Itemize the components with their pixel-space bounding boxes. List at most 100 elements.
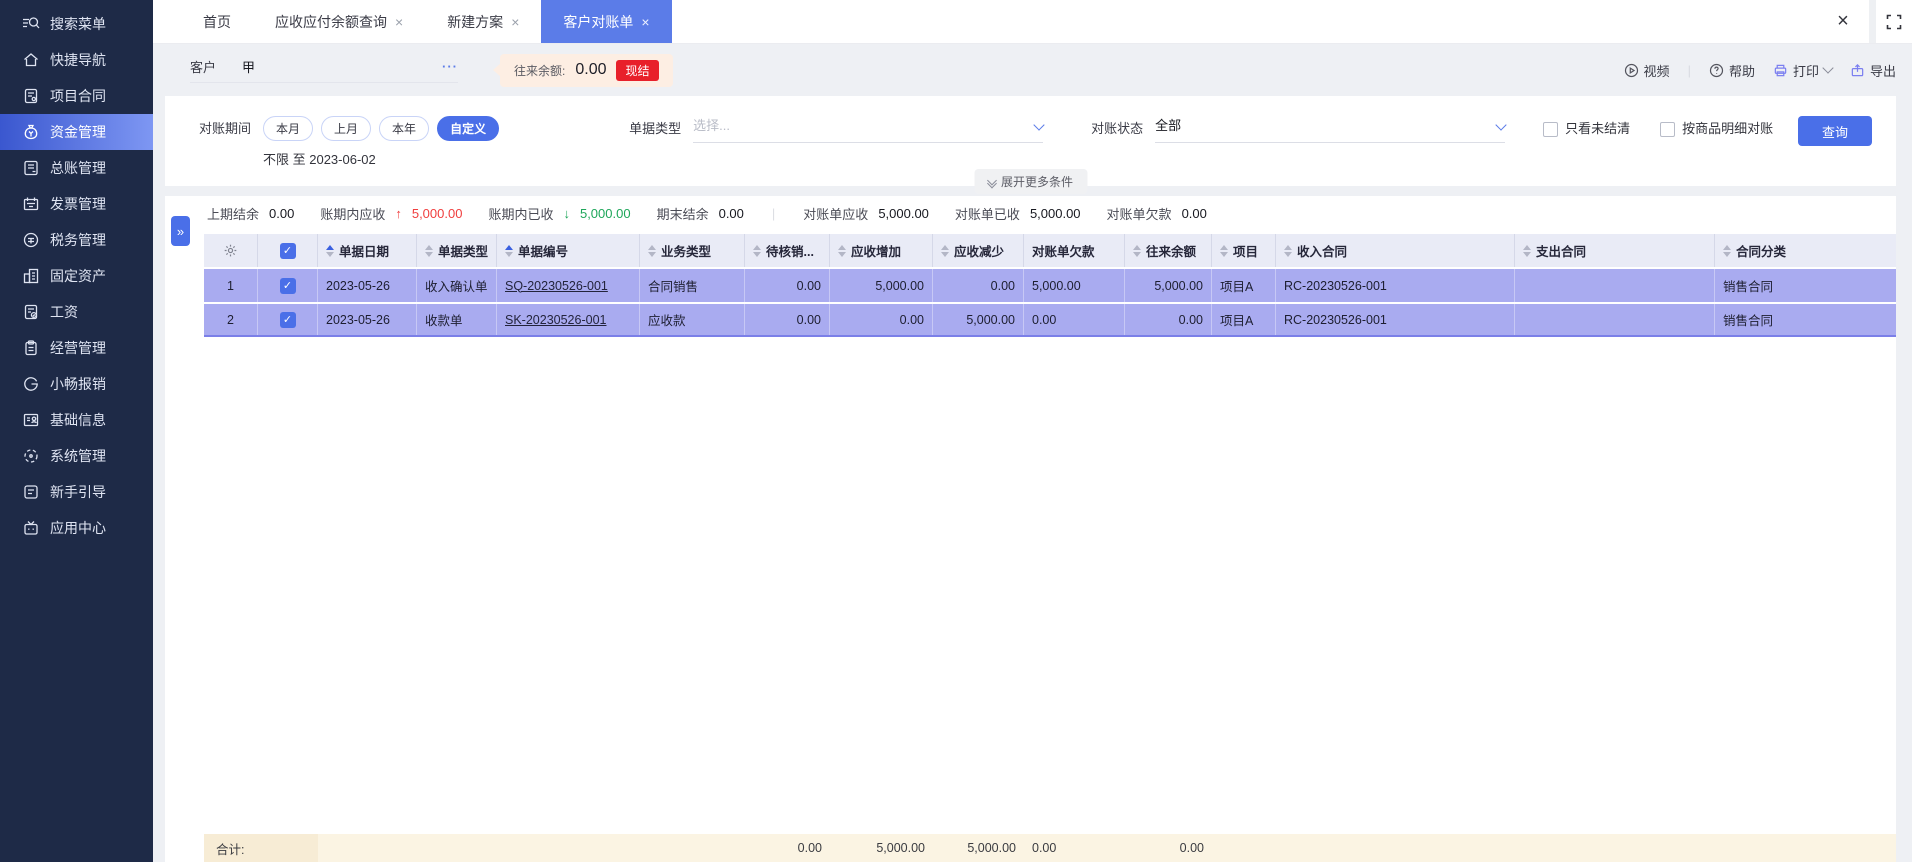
- tab-close-icon[interactable]: ×: [395, 14, 403, 30]
- period-this-month[interactable]: 本月: [263, 116, 314, 141]
- statement-table: ✓ 单据日期 单据类型 单据编号 业务类型 待核销... 应收增加 应收减少 对…: [165, 230, 1896, 862]
- column-header-date[interactable]: 单据日期: [318, 234, 417, 267]
- tab-close-icon[interactable]: ×: [641, 14, 649, 30]
- tab-balance-query[interactable]: 应收应付余额查询 ×: [253, 0, 425, 43]
- sidebar-item-guide[interactable]: 新手引导: [0, 474, 153, 510]
- column-header-doc-no[interactable]: 单据编号: [497, 234, 640, 267]
- fullscreen-button[interactable]: [1876, 0, 1912, 43]
- tab-customer-statement[interactable]: 客户对账单 ×: [541, 0, 672, 43]
- doc-type-select[interactable]: 选择...: [693, 116, 1045, 143]
- doc-no-link[interactable]: SQ-20230526-001: [505, 279, 608, 293]
- sort-icon[interactable]: [1133, 244, 1141, 257]
- checkbox-checked-icon: ✓: [279, 242, 296, 259]
- table-row[interactable]: 2 ✓ 2023-05-26 收款单 SK-20230526-001 应收款 0…: [204, 304, 1896, 337]
- sidebar-item-app-center[interactable]: 应用中心: [0, 510, 153, 546]
- payroll-icon: [24, 304, 38, 320]
- row-index: 1: [204, 269, 258, 302]
- sidebar-item-search-menu[interactable]: 搜索菜单: [0, 6, 153, 42]
- column-header-expense-contract[interactable]: 支出合同: [1515, 234, 1715, 267]
- toolbar: 客户 甲 ··· 往来余额: 0.00 现结 视频 | 帮助 打印 导出: [153, 44, 1912, 96]
- cell-date: 2023-05-26: [318, 304, 417, 335]
- doc-type-label: 单据类型: [629, 121, 682, 136]
- tab-home[interactable]: 首页: [181, 0, 253, 43]
- sidebar-item-funds-management[interactable]: 资金管理: [0, 114, 153, 150]
- sidebar-item-tax-management[interactable]: 税务管理: [0, 222, 153, 258]
- window-close-button[interactable]: ×: [1817, 0, 1869, 43]
- sidebar-item-base-info[interactable]: 基础信息: [0, 402, 153, 438]
- column-header-stmt-due[interactable]: 对账单欠款: [1024, 234, 1125, 267]
- sort-icon[interactable]: [753, 244, 761, 257]
- tab-close-icon[interactable]: ×: [511, 14, 519, 30]
- search-icon: [23, 17, 40, 29]
- expand-more-button[interactable]: 展开更多条件: [973, 169, 1088, 194]
- sort-icon[interactable]: [505, 244, 513, 257]
- row-checkbox[interactable]: ✓: [258, 269, 318, 302]
- summary-end-balance: 期末结余 0.00: [656, 205, 744, 222]
- sort-icon[interactable]: [941, 244, 949, 257]
- sidebar-item-label: 资金管理: [50, 124, 106, 140]
- export-button[interactable]: 导出: [1850, 61, 1896, 80]
- query-button[interactable]: 查询: [1798, 116, 1872, 146]
- column-header-income-contract[interactable]: 收入合同: [1276, 234, 1515, 267]
- customer-picker-ellipsis-icon[interactable]: ···: [442, 59, 458, 74]
- cell-balance: 0.00: [1125, 304, 1212, 335]
- sort-icon[interactable]: [1284, 244, 1292, 257]
- sidebar-item-operations[interactable]: 经营管理: [0, 330, 153, 366]
- reimburse-icon: [24, 377, 38, 391]
- app-root: 搜索菜单 快捷导航 项目合同 资金管理 总账管理 发票管理 税务管理 固定资产: [0, 0, 1912, 862]
- status-select[interactable]: 全部: [1155, 116, 1507, 143]
- sort-icon[interactable]: [648, 244, 656, 257]
- checkbox-unsettled-only[interactable]: 只看未结清: [1543, 116, 1630, 142]
- cell-biz-type: 应收款: [640, 304, 745, 335]
- row-checkbox[interactable]: ✓: [258, 304, 318, 335]
- period-custom[interactable]: 自定义: [437, 116, 500, 141]
- select-all-checkbox[interactable]: ✓: [258, 234, 318, 267]
- period-last-month[interactable]: 上月: [321, 116, 372, 141]
- checkbox-icon: [1660, 121, 1676, 137]
- cell-stmt-due: 0.00: [1024, 304, 1125, 335]
- sort-icon[interactable]: [425, 244, 433, 257]
- sort-icon[interactable]: [1523, 244, 1531, 257]
- column-settings-button[interactable]: [204, 234, 258, 267]
- sidebar-item-fixed-assets[interactable]: 固定资产: [0, 258, 153, 294]
- cell-receivable-inc: 0.00: [830, 304, 933, 335]
- period-range-value[interactable]: 不限 至 2023-06-02: [263, 149, 499, 168]
- settlement-badge: 现结: [616, 59, 659, 81]
- period-this-year[interactable]: 本年: [379, 116, 430, 141]
- ledger-icon: [24, 160, 38, 176]
- sort-icon[interactable]: [1220, 244, 1228, 257]
- column-header-receivable-dec[interactable]: 应收减少: [933, 234, 1024, 267]
- sidebar-item-quick-nav[interactable]: 快捷导航: [0, 42, 153, 78]
- customer-value: 甲: [242, 60, 256, 75]
- collapse-handle[interactable]: »: [171, 216, 190, 246]
- column-header-contract-category[interactable]: 合同分类: [1715, 234, 1877, 267]
- sidebar-item-general-ledger[interactable]: 总账管理: [0, 150, 153, 186]
- sidebar-item-payroll[interactable]: 工资: [0, 294, 153, 330]
- summary-stmt-receivable: 对账单应收 5,000.00: [803, 205, 929, 222]
- column-header-biz-type[interactable]: 业务类型: [640, 234, 745, 267]
- table-row[interactable]: 1 ✓ 2023-05-26 收入确认单 SQ-20230526-001 合同销…: [204, 269, 1896, 302]
- tab-new-plan[interactable]: 新建方案 ×: [425, 0, 541, 43]
- sidebar-item-label: 快捷导航: [50, 52, 106, 68]
- sidebar-item-reimburse[interactable]: 小畅报销: [0, 366, 153, 402]
- sidebar-item-invoice-management[interactable]: 发票管理: [0, 186, 153, 222]
- column-header-project[interactable]: 项目: [1212, 234, 1276, 267]
- sidebar-item-project-contract[interactable]: 项目合同: [0, 78, 153, 114]
- video-button[interactable]: 视频: [1624, 61, 1670, 80]
- summary-period-received: 账期内已收 ↓ 5,000.00: [488, 205, 631, 222]
- sort-icon[interactable]: [1723, 244, 1731, 257]
- sidebar-item-system[interactable]: 系统管理: [0, 438, 153, 474]
- help-button[interactable]: 帮助: [1709, 61, 1755, 80]
- column-header-balance[interactable]: 往来余额: [1125, 234, 1212, 267]
- checkbox-by-goods-detail[interactable]: 按商品明细对账: [1660, 116, 1773, 142]
- column-header-pending[interactable]: 待核销...: [745, 234, 830, 267]
- customer-field[interactable]: 客户 甲 ···: [190, 57, 458, 83]
- column-header-doc-type[interactable]: 单据类型: [417, 234, 497, 267]
- column-header-receivable-inc[interactable]: 应收增加: [830, 234, 933, 267]
- sort-icon[interactable]: [838, 244, 846, 257]
- doc-no-link[interactable]: SK-20230526-001: [505, 313, 606, 327]
- chevron-down-icon: [1495, 118, 1507, 131]
- footer-balance: 0.00: [1179, 841, 1204, 855]
- sort-icon[interactable]: [326, 244, 334, 257]
- print-button[interactable]: 打印: [1773, 61, 1834, 80]
